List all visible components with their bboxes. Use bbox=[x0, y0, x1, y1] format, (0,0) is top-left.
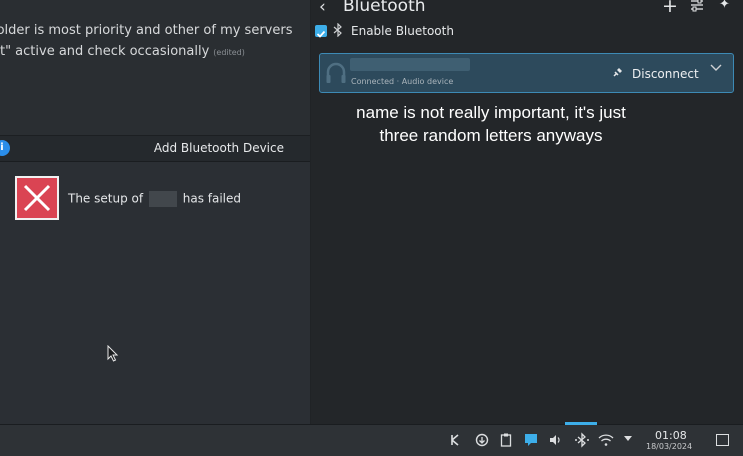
edited-tag: (edited) bbox=[213, 48, 245, 57]
wifi-icon[interactable] bbox=[598, 433, 614, 447]
add-bluetooth-dialog: i Add Bluetooth Device The setup of has … bbox=[0, 135, 310, 426]
back-icon[interactable]: ‹ bbox=[319, 0, 326, 17]
clock-time[interactable]: 01:08 bbox=[655, 429, 687, 442]
add-device-icon[interactable]: + bbox=[662, 0, 678, 17]
chat-message: folder is most priority and other of my … bbox=[0, 20, 312, 63]
kde-connect-icon[interactable] bbox=[449, 433, 463, 447]
volume-icon[interactable] bbox=[549, 433, 563, 447]
configure-icon[interactable] bbox=[690, 0, 704, 12]
pin-icon[interactable]: ✦ bbox=[719, 0, 730, 12]
device-item[interactable]: Connected · Audio device Disconnect bbox=[319, 53, 734, 93]
chat-message-line1: folder is most priority and other of my … bbox=[0, 23, 293, 38]
redacted-device-name bbox=[350, 58, 470, 71]
bluetooth-icon bbox=[333, 23, 342, 37]
screen: folder is most priority and other of my … bbox=[0, 0, 743, 456]
redacted-device-name bbox=[148, 191, 177, 207]
active-indicator bbox=[565, 422, 597, 425]
bluetooth-panel: ‹ Bluetooth + ✦ Enable Bluetooth Connect… bbox=[311, 0, 743, 424]
annotation-line2: three random letters anyways bbox=[379, 126, 603, 145]
info-icon: i bbox=[0, 140, 10, 156]
enable-bluetooth-checkbox[interactable] bbox=[315, 25, 327, 38]
mouse-cursor-icon bbox=[107, 345, 119, 362]
error-message-suffix: has failed bbox=[182, 191, 242, 206]
notifications-icon[interactable] bbox=[524, 433, 538, 447]
device-status: Connected · Audio device bbox=[351, 77, 454, 86]
update-icon[interactable] bbox=[475, 433, 489, 447]
tray-expand-icon[interactable] bbox=[623, 435, 633, 443]
panel-title: Bluetooth bbox=[343, 0, 426, 16]
chevron-down-icon[interactable] bbox=[709, 63, 723, 73]
enable-bluetooth-label: Enable Bluetooth bbox=[351, 24, 454, 38]
show-desktop-icon[interactable] bbox=[716, 434, 729, 446]
disconnect-label: Disconnect bbox=[632, 67, 699, 81]
dialog-title: Add Bluetooth Device bbox=[153, 141, 284, 155]
error-message: The setup of has failed bbox=[68, 191, 241, 207]
chat-area: folder is most priority and other of my … bbox=[0, 0, 310, 135]
annotation-line1: name is not really important, it's just bbox=[356, 103, 626, 122]
bluetooth-tray-icon[interactable] bbox=[574, 432, 590, 448]
panel-header: ‹ Bluetooth + ✦ bbox=[311, 0, 743, 20]
enable-bluetooth-row[interactable]: Enable Bluetooth bbox=[315, 23, 735, 41]
checkmark-icon bbox=[316, 30, 326, 38]
taskbar: 01:08 18/03/2024 bbox=[0, 422, 743, 456]
annotation-text: name is not really important, it's just … bbox=[321, 101, 661, 147]
clipboard-icon[interactable] bbox=[500, 433, 512, 447]
headset-icon bbox=[326, 62, 346, 83]
chat-message-line2: at" active and check occasionally bbox=[0, 44, 210, 59]
disconnect-icon bbox=[613, 68, 622, 77]
clock-date[interactable]: 18/03/2024 bbox=[646, 442, 692, 451]
dialog-titlebar[interactable]: i Add Bluetooth Device bbox=[0, 136, 310, 162]
error-icon bbox=[15, 176, 59, 220]
error-message-prefix: The setup of bbox=[68, 191, 144, 206]
